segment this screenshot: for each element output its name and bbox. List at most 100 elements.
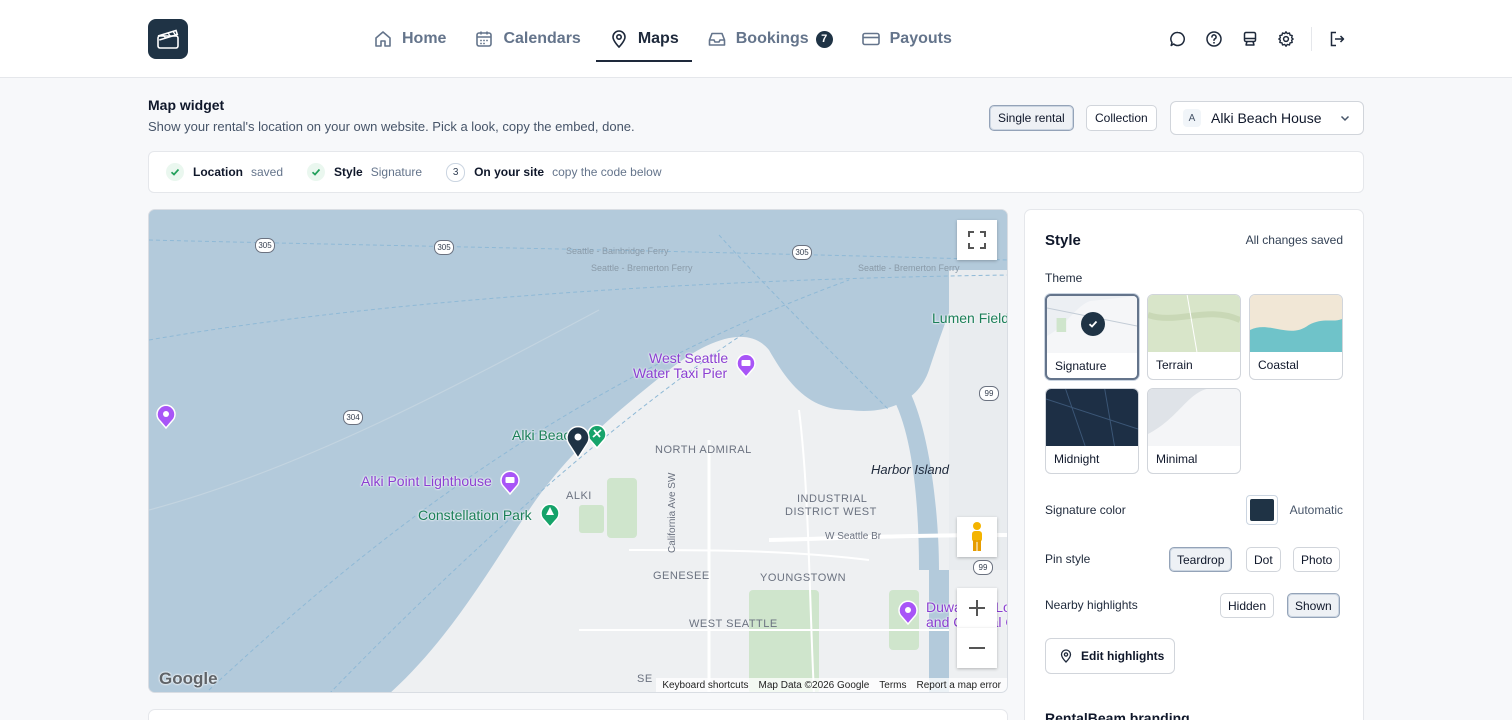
home-icon (375, 31, 391, 47)
nav-divider (1311, 27, 1312, 51)
theme-terrain[interactable]: Terrain (1147, 294, 1241, 380)
single-rental-button[interactable]: Single rental (989, 105, 1074, 131)
theme-coastal[interactable]: Coastal (1249, 294, 1343, 380)
landmark-pin-icon (898, 600, 918, 625)
pin-dot-option[interactable]: Dot (1246, 547, 1281, 572)
area-youngstown: YOUNGSTOWN (760, 572, 847, 584)
terms-link[interactable]: Terms (879, 680, 906, 691)
rental-location-pin[interactable] (565, 425, 591, 459)
step-style: Style Signature (307, 163, 422, 181)
fullscreen-button[interactable] (957, 220, 997, 260)
rental-name: Alki Beach House (1211, 110, 1322, 126)
step-embed-label: On your site (474, 165, 545, 179)
map-pin-icon (612, 30, 626, 49)
area-genesee: GENESEE (653, 570, 710, 582)
logout-icon (1330, 31, 1345, 47)
theme-signature[interactable]: Signature (1045, 294, 1139, 380)
inbox-icon (708, 32, 726, 46)
logout-button[interactable] (1325, 27, 1349, 51)
fullscreen-icon (968, 231, 986, 249)
app-logo[interactable] (148, 19, 188, 59)
place-water-taxi-line2: Water Taxi Pier (633, 365, 728, 381)
highlights-shown-option[interactable]: Shown (1287, 593, 1340, 618)
place-alki-lighthouse: Alki Point Lighthouse (361, 473, 492, 489)
display-button[interactable] (1238, 27, 1262, 51)
help-button[interactable] (1202, 27, 1226, 51)
style-panel: Style All changes saved Theme Signature … (1024, 209, 1364, 720)
area-industrial-1: INDUSTRIAL (797, 493, 868, 505)
area-north-admiral: NORTH ADMIRAL (655, 444, 752, 456)
rental-selector[interactable]: A Alki Beach House (1170, 101, 1364, 135)
nav-maps-label: Maps (637, 30, 679, 47)
street-view-button[interactable] (957, 517, 997, 557)
theme-thumbnail (1148, 389, 1240, 446)
keyboard-shortcuts-link[interactable]: Keyboard shortcuts (662, 680, 748, 691)
google-logo: Google (159, 669, 218, 688)
step-location: Location saved (166, 163, 283, 181)
map-data-text: Map Data ©2026 Google (758, 679, 870, 691)
pegman-icon (972, 522, 982, 551)
nav-payouts[interactable]: Payouts (848, 0, 965, 78)
place-water-taxi-line1: West Seattle (649, 350, 729, 366)
messages-button[interactable] (1166, 27, 1190, 51)
theme-minimal-label: Minimal (1156, 452, 1198, 466)
zoom-in-button[interactable] (957, 588, 997, 628)
nav-bookings-label: Bookings (735, 30, 809, 47)
monitor-icon (1243, 31, 1257, 46)
utility-icons (1166, 27, 1361, 51)
theme-thumbnail (1046, 389, 1138, 446)
area-west-seattle: WEST SEATTLE (689, 618, 778, 630)
step-location-status: saved (251, 165, 284, 179)
save-status: All changes saved (1245, 233, 1343, 247)
calendar-icon (476, 31, 493, 47)
nearby-highlights-label: Nearby highlights (1045, 598, 1138, 612)
highway-shield: 304 (343, 410, 363, 425)
rental-avatar: A (1183, 109, 1201, 127)
street-california: California Ave SW (667, 472, 678, 553)
signature-color-swatch[interactable] (1246, 495, 1278, 525)
area-industrial-2: DISTRICT WEST (785, 506, 877, 518)
settings-button[interactable] (1274, 27, 1298, 51)
nav-calendars-label: Calendars (503, 30, 581, 47)
area-alki: ALKI (566, 490, 592, 502)
step-style-status: Signature (370, 165, 423, 179)
theme-coastal-label: Coastal (1258, 358, 1299, 372)
area-harbor-island: Harbor Island (871, 462, 950, 477)
progress-steps: Location saved Style Signature 3 On your… (148, 151, 1364, 193)
highlights-hidden-option[interactable]: Hidden (1220, 593, 1275, 618)
camera-pin-icon (736, 353, 756, 378)
theme-midnight[interactable]: Midnight (1045, 388, 1139, 474)
theme-minimal[interactable]: Minimal (1147, 388, 1241, 474)
pin-style-label: Pin style (1045, 552, 1091, 566)
page-title: Map widget (148, 97, 225, 113)
step-embed: 3 On your site copy the code below (446, 162, 662, 182)
collection-button[interactable]: Collection (1086, 105, 1157, 131)
theme-terrain-label: Terrain (1156, 358, 1193, 372)
landmark-pin-icon (156, 404, 176, 429)
help-icon (1206, 31, 1222, 47)
edit-highlights-button[interactable]: Edit highlights (1045, 638, 1175, 674)
tree-pin-icon (540, 503, 560, 528)
top-navigation: Home Calendars Maps Bookings 7 Payouts (0, 0, 1512, 78)
check-icon (307, 163, 326, 181)
report-error-link[interactable]: Report a map error (917, 680, 1001, 691)
color-fill (1250, 499, 1274, 521)
map-pin-icon (1060, 649, 1072, 663)
nav-home[interactable]: Home (360, 0, 459, 78)
main-nav: Home Calendars Maps Bookings 7 Payouts (360, 0, 967, 78)
nav-calendars[interactable]: Calendars (461, 0, 593, 78)
step-number: 3 (446, 162, 466, 182)
place-constellation-park: Constellation Park (418, 507, 532, 523)
nav-payouts-label: Payouts (889, 30, 952, 47)
nav-bookings[interactable]: Bookings 7 (694, 0, 846, 78)
page-subtitle: Show your rental's location on your own … (148, 119, 635, 134)
pin-photo-option[interactable]: Photo (1293, 547, 1341, 572)
highway-shield: 305 (434, 240, 454, 255)
pin-teardrop-option[interactable]: Teardrop (1169, 547, 1233, 572)
color-mode: Automatic (1289, 503, 1343, 517)
zoom-out-button[interactable] (957, 628, 997, 668)
map-preview[interactable]: Seattle - Bainbridge Ferry Seattle - Bre… (148, 209, 1008, 693)
nav-maps[interactable]: Maps (595, 0, 692, 78)
nav-home-label: Home (402, 30, 447, 47)
signature-color-label: Signature color (1045, 503, 1126, 517)
